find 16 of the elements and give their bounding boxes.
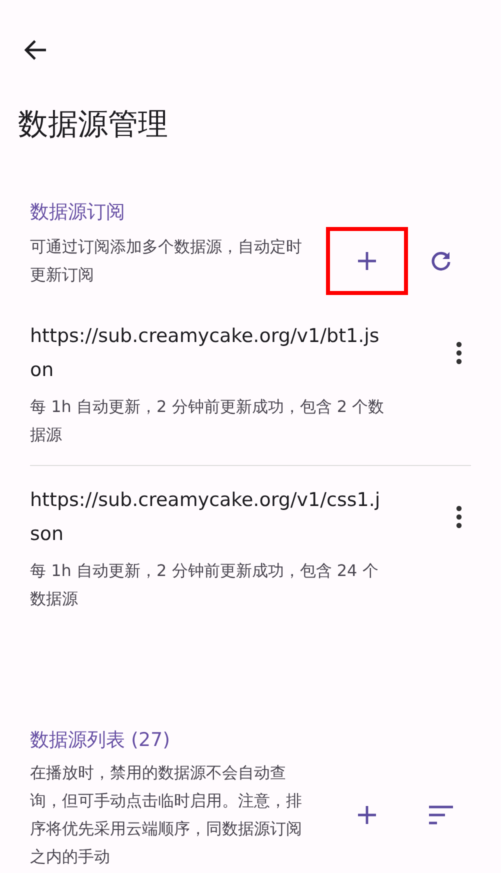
subscription-url: https://sub.creamycake.org/v1/bt1.json <box>30 324 380 383</box>
plus-icon <box>356 804 378 826</box>
page-title: 数据源管理 <box>18 106 169 144</box>
subscription-status: 每 1h 自动更新，2 分钟前更新成功，包含 24 个数据源 <box>30 560 380 610</box>
refresh-icon <box>429 249 453 273</box>
section-header: 数据源列表 (27) <box>30 728 172 753</box>
plus-icon <box>356 250 378 272</box>
section-description: 可通过订阅添加多个数据源，自动定时更新订阅 <box>30 236 303 286</box>
subscription-status: 每 1h 自动更新，2 分钟前更新成功，包含 2 个数据源 <box>30 396 385 446</box>
sort-icon <box>428 805 454 825</box>
section-description: 在播放时，禁用的数据源不会自动查询，但可手动点击临时启用。注意，排序将优先采用云端顺序，同数据源订阅之内的手动 <box>30 762 303 868</box>
subscription-url: https://sub.creamycake.org/v1/css1.json <box>30 488 382 547</box>
more-icon <box>456 341 462 365</box>
more-icon <box>456 505 462 529</box>
section-header: 数据源订阅 <box>30 200 126 225</box>
back-arrow-icon <box>23 39 47 61</box>
